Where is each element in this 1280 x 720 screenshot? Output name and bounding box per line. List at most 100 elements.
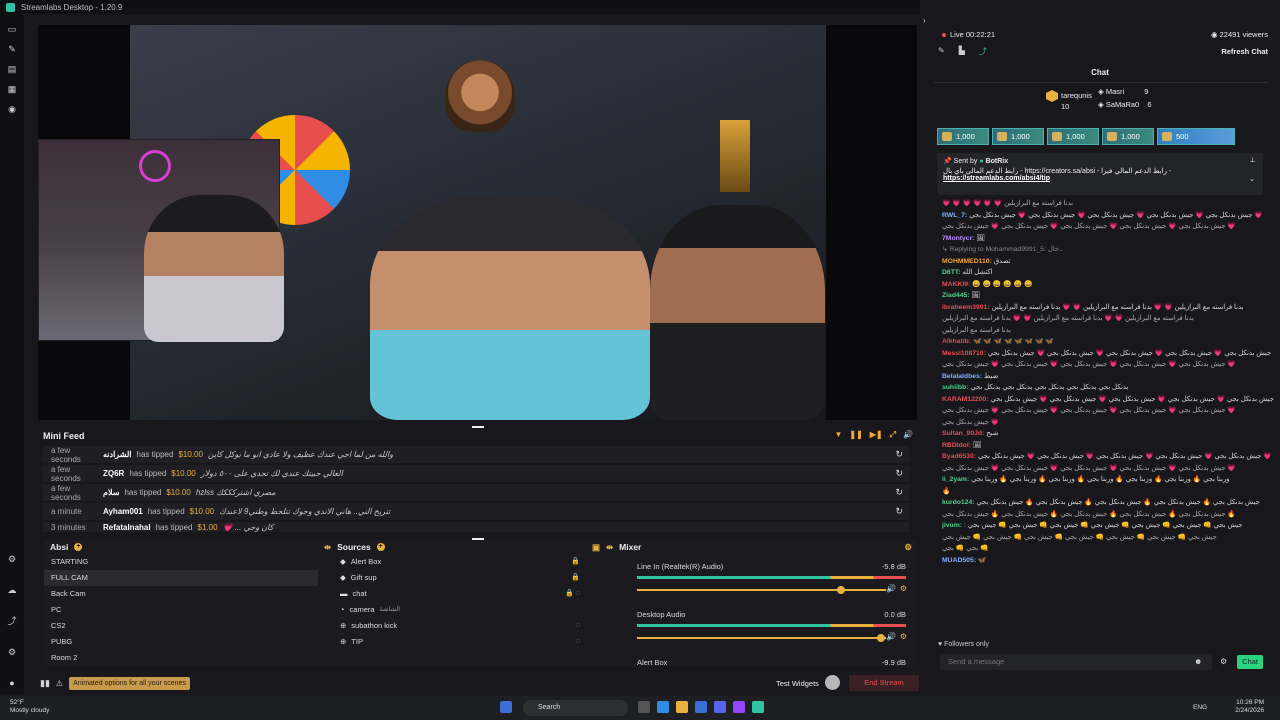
gift-badge[interactable]: 1,000: [1047, 128, 1099, 145]
chat-username[interactable]: Messi108710:: [942, 350, 988, 357]
layout-icon[interactable]: ▦: [8, 85, 17, 94]
unpin-icon[interactable]: ⟂: [1250, 157, 1255, 165]
gift-badge[interactable]: 1,000: [937, 128, 989, 145]
record-icon[interactable]: ▭: [8, 25, 17, 34]
emote-icon[interactable]: ☻: [1194, 657, 1202, 666]
source-item[interactable]: ◆ Gift sup 🔒: [334, 570, 620, 586]
expand-icon[interactable]: ⤢: [890, 430, 896, 440]
language-indicator[interactable]: ENG: [1193, 704, 1207, 711]
chat-username[interactable]: Alkhatib:: [942, 338, 973, 345]
skip-icon[interactable]: ▶❚: [870, 430, 883, 440]
twitch-icon[interactable]: [733, 701, 745, 713]
scene-collection-title[interactable]: Absi: [50, 542, 68, 552]
chat-username[interactable]: Sultan_90Jd:: [942, 430, 986, 437]
chat-settings-icon[interactable]: ⚙: [1220, 657, 1227, 666]
chat-username[interactable]: KARAM12200:: [942, 396, 990, 403]
mixer-toggle-icon[interactable]: ⇹: [606, 542, 613, 553]
task-view-icon[interactable]: [638, 701, 650, 713]
source-item[interactable]: ⊕ subathon kick ◌: [334, 618, 620, 634]
test-widgets-button[interactable]: Test Widgets: [776, 679, 819, 688]
speaker-icon[interactable]: 🔊: [886, 584, 896, 593]
cloud-icon[interactable]: ☁: [8, 586, 17, 595]
weather-widget[interactable]: 52°F Mostly cloudy: [10, 699, 49, 715]
scene-item[interactable]: PUBG: [44, 634, 328, 650]
chat-username[interactable]: MUAD505:: [942, 557, 978, 564]
broadcast-icon[interactable]: ▙: [959, 46, 965, 57]
replay-icon[interactable]: ↻: [895, 449, 903, 460]
chat-username[interactable]: MOHMMED110:: [942, 258, 994, 265]
feed-user[interactable]: ZQ6R: [103, 469, 124, 478]
streamlabs-app-icon[interactable]: [752, 701, 764, 713]
share-icon[interactable]: ⤴: [979, 46, 987, 57]
leader-name[interactable]: tarequnis: [1061, 91, 1092, 100]
collapse-chevron-icon[interactable]: ›: [923, 16, 926, 25]
hint-pill[interactable]: Animated options for all your scenes: [69, 676, 190, 690]
lock-icon[interactable]: 🔒 ◌: [565, 586, 580, 602]
chat-username[interactable]: Belalaldbes:: [942, 373, 984, 380]
theme-icon[interactable]: ◉: [8, 105, 17, 114]
chat-input[interactable]: [940, 654, 1212, 670]
share-icon[interactable]: ⤴: [8, 617, 17, 626]
avatar[interactable]: [825, 675, 840, 690]
feed-user[interactable]: الشرادنه: [103, 450, 132, 459]
chat-username[interactable]: D6TT:: [942, 269, 962, 276]
source-item[interactable]: ◔ camera الشاشة: [334, 602, 620, 618]
speaker-icon[interactable]: 🔊: [886, 632, 896, 641]
add-source-icon[interactable]: +: [376, 543, 385, 551]
collapse-icon[interactable]: ⇹: [324, 542, 331, 553]
feed-user[interactable]: Ayham001: [103, 507, 143, 516]
chat-username[interactable]: ii_2yam:: [942, 476, 971, 483]
alert-warning-icon[interactable]: ⚠: [56, 679, 63, 688]
lock-icon[interactable]: 🔒: [571, 554, 580, 570]
store-icon[interactable]: ▤: [8, 65, 17, 74]
discord-icon[interactable]: [714, 701, 726, 713]
source-item[interactable]: ▬ chat 🔒 ◌: [334, 586, 620, 602]
scene-item[interactable]: FULL CAM: [44, 570, 328, 586]
filter-icon[interactable]: ▼: [834, 430, 842, 440]
feed-user[interactable]: سلام: [103, 488, 119, 497]
gift-badge[interactable]: 1,000: [1102, 128, 1154, 145]
taskbar-search[interactable]: Search: [523, 700, 628, 716]
gift-badge[interactable]: 500: [1157, 128, 1235, 145]
chat-username[interactable]: RWL_7:: [942, 212, 969, 219]
clock[interactable]: 10:26 PM 2/24/2026: [1235, 699, 1264, 715]
send-chat-button[interactable]: Chat: [1237, 655, 1263, 669]
edge-icon[interactable]: [657, 701, 669, 713]
replay-icon[interactable]: ↻: [895, 506, 903, 517]
chat-username[interactable]: ibraheem3991:: [942, 304, 992, 311]
settings-icon[interactable]: ⚙: [8, 555, 17, 564]
leader-name[interactable]: SaMaRa0: [1106, 100, 1139, 109]
store-app-icon[interactable]: [695, 701, 707, 713]
volume-icon[interactable]: 🔊: [903, 430, 913, 440]
profile-icon[interactable]: ●: [8, 679, 17, 688]
scene-item[interactable]: Room 2: [44, 650, 328, 666]
chat-username[interactable]: suhiibb:: [942, 384, 970, 391]
explorer-icon[interactable]: [676, 701, 688, 713]
chat-username[interactable]: Ziad445:: [942, 292, 971, 299]
volume-knob[interactable]: [877, 634, 886, 642]
replay-icon[interactable]: ↻: [895, 487, 903, 498]
chat-username[interactable]: MAKKI9:: [942, 281, 972, 288]
gear-icon[interactable]: ⚙: [8, 648, 17, 657]
refresh-chat-button[interactable]: Refresh Chat: [1221, 47, 1268, 56]
pinned-link[interactable]: https://streamlabs.com/absi4/tip: [943, 175, 1257, 182]
lock-icon[interactable]: 🔒: [571, 570, 580, 586]
chevron-down-icon[interactable]: ⌄: [1249, 175, 1255, 183]
edit-icon[interactable]: ✎: [938, 46, 945, 57]
source-item[interactable]: ◆ Alert Box 🔒: [334, 554, 620, 570]
stats-icon[interactable]: ▮▮: [40, 678, 50, 689]
add-scene-icon[interactable]: +: [74, 543, 83, 551]
feed-user[interactable]: Refatalnahal: [103, 523, 151, 532]
source-item[interactable]: ⊕ TIP ◌: [334, 634, 620, 650]
chat-username[interactable]: 7Montycr:: [942, 235, 976, 242]
channel-gear-icon[interactable]: ⚙: [900, 632, 907, 641]
pause-icon[interactable]: ❚❚: [849, 430, 862, 440]
mixer-settings-icon[interactable]: ▣: [592, 542, 600, 553]
channel-gear-icon[interactable]: ⚙: [900, 584, 907, 593]
start-icon[interactable]: [500, 701, 512, 713]
scene-item[interactable]: PC: [44, 602, 328, 618]
chat-username[interactable]: jivum:: [942, 522, 964, 529]
end-stream-button[interactable]: End Stream: [849, 675, 919, 691]
mixer-gear-icon[interactable]: ⚙: [904, 542, 912, 553]
visibility-icon[interactable]: ◌: [576, 634, 580, 650]
